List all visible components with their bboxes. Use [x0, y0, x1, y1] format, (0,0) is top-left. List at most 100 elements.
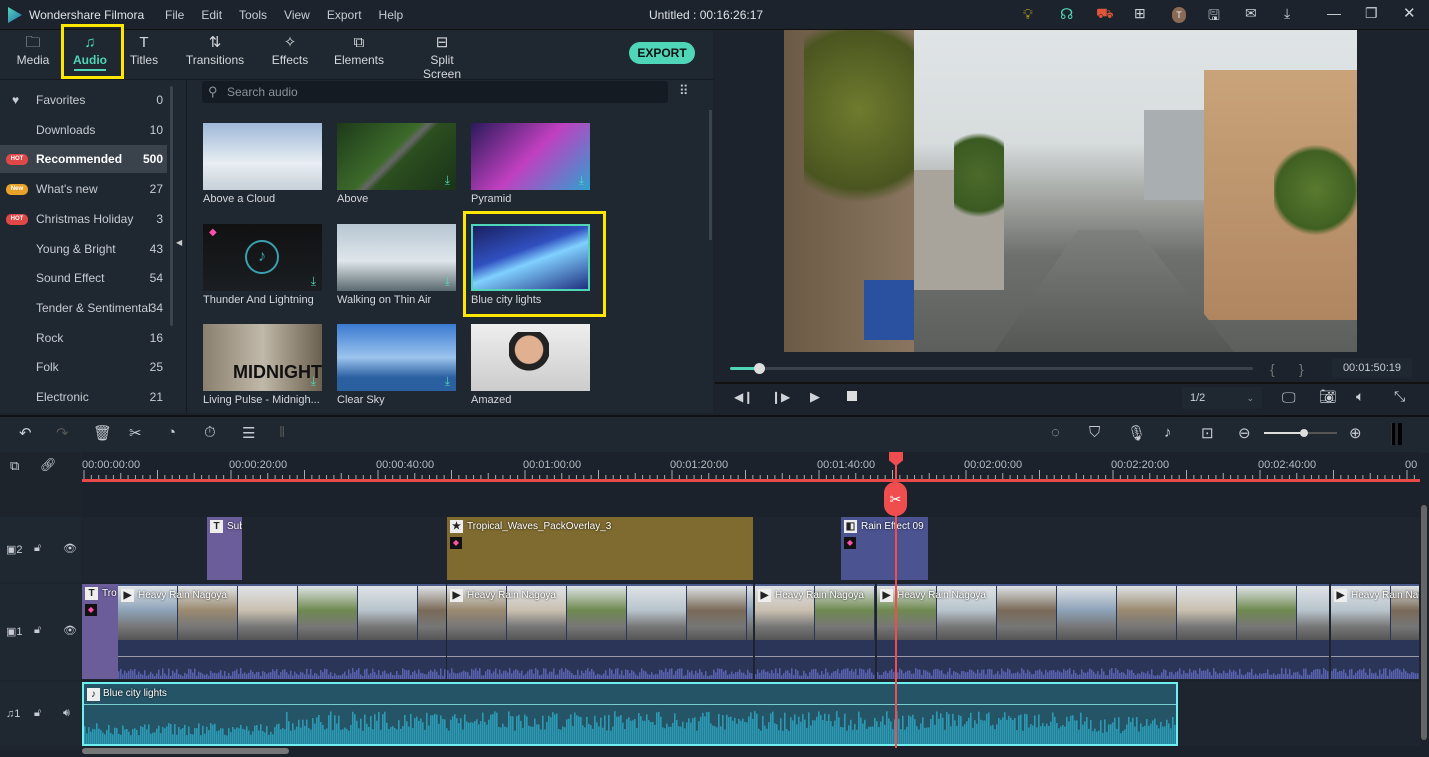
audio-thumbnail[interactable]: MIDNIGHT ⤓: [203, 324, 322, 391]
download-icon[interactable]: ⤓: [445, 374, 450, 389]
sidebar-item[interactable]: Sound Effect 54: [0, 264, 167, 292]
cart-icon[interactable]: ⛟: [1096, 5, 1114, 24]
quality-dropdown[interactable]: 1/2 ⌄: [1182, 387, 1262, 409]
tab-elements[interactable]: ⧉ Elements: [333, 30, 385, 78]
download-icon[interactable]: ⤓: [311, 274, 316, 289]
play-button[interactable]: ▶: [810, 389, 820, 405]
menu-export[interactable]: Export: [327, 8, 362, 22]
audio-thumbnail[interactable]: [203, 123, 322, 190]
bulb-icon[interactable]: 💡︎: [1023, 6, 1033, 23]
cut-icon[interactable]: ✂: [129, 424, 142, 442]
snapshot-icon[interactable]: 📷︎: [1319, 388, 1337, 405]
lock-icon[interactable]: 🔓︎: [34, 624, 41, 637]
sidebar-item[interactable]: New What's new 27: [0, 175, 167, 203]
headset-icon[interactable]: ☊: [1060, 5, 1073, 23]
audio-waveform-icon[interactable]: ‖: [279, 424, 285, 441]
title-clip[interactable]: T ◆ Tro: [82, 584, 118, 679]
menu-edit[interactable]: Edit: [201, 8, 222, 22]
minimize-icon[interactable]: —: [1327, 5, 1341, 21]
grid-view-icon[interactable]: ⠿: [679, 83, 689, 99]
display-settings-icon[interactable]: 🖵: [1282, 389, 1296, 406]
eye-icon[interactable]: 👁︎: [63, 624, 77, 637]
video-clip[interactable]: ▶ Heavy Rain Nagoya: [877, 584, 1329, 679]
fullscreen-icon[interactable]: ⤡: [1394, 388, 1405, 405]
microphone-icon[interactable]: 🎙︎: [1127, 424, 1146, 442]
sidebar-item[interactable]: ♥ Favorites 0: [0, 86, 167, 114]
link-icon[interactable]: 🔗︎: [40, 457, 57, 473]
timeline-horizontal-scrollbar[interactable]: [82, 748, 289, 754]
mail-icon[interactable]: ✉: [1245, 5, 1257, 22]
zoom-out-icon[interactable]: ⊖: [1238, 424, 1251, 442]
zoom-in-icon[interactable]: ⊕: [1349, 424, 1362, 442]
redo-icon[interactable]: ↷: [56, 424, 69, 442]
mark-out-button[interactable]: }: [1299, 361, 1304, 377]
tab-transitions[interactable]: ⇅ Transitions: [184, 30, 246, 78]
search-input[interactable]: Search audio: [202, 81, 668, 103]
sidebar-item[interactable]: HOT Recommended 500: [0, 145, 167, 173]
sidebar-item[interactable]: Folk 25: [0, 353, 167, 381]
render-preview-icon[interactable]: ◌: [1051, 424, 1060, 441]
split-scissors-button[interactable]: ✂: [884, 482, 907, 516]
sidebar-item[interactable]: Tender & Sentimental 34: [0, 294, 167, 322]
restore-icon[interactable]: ❐: [1365, 5, 1378, 22]
volume-icon[interactable]: 🔈︎: [1356, 388, 1364, 405]
overlay-clip[interactable]: ◧ ◆ Rain Effect 09: [841, 517, 928, 580]
menu-tools[interactable]: Tools: [239, 8, 267, 22]
sidebar-item[interactable]: Young & Bright 43: [0, 235, 167, 263]
timeline-vertical-scrollbar[interactable]: [1421, 505, 1427, 740]
download-icon[interactable]: ⤓: [311, 374, 316, 389]
video-clip[interactable]: ▶ Heavy Rain Nagoya: [447, 584, 753, 679]
avatar[interactable]: T: [1172, 7, 1186, 23]
library-scrollbar[interactable]: [709, 110, 712, 240]
stop-button[interactable]: [847, 391, 857, 401]
undo-icon[interactable]: ↶: [19, 424, 32, 442]
audio-thumbnail[interactable]: ♪ ◆ ⤓: [203, 224, 322, 291]
tab-media[interactable]: 🗀 Media: [10, 30, 56, 78]
menu-file[interactable]: File: [165, 8, 184, 22]
sidebar-item[interactable]: HOT Christmas Holiday 3: [0, 205, 167, 233]
previous-frame-button[interactable]: ◀❙: [734, 390, 753, 404]
audio-clip[interactable]: ♪ Blue city lights: [82, 682, 1178, 746]
audio-thumbnail[interactable]: ⤓: [337, 123, 456, 190]
lock-icon[interactable]: 🔓︎: [34, 542, 41, 555]
download-icon[interactable]: ⤓: [445, 274, 450, 289]
speed-icon[interactable]: ◔: [167, 424, 176, 441]
audio-thumbnail[interactable]: ⤓: [471, 123, 590, 190]
audio-thumbnail[interactable]: ⤓: [337, 224, 456, 291]
fit-timeline-icon[interactable]: ⊡: [1201, 424, 1214, 442]
title-clip[interactable]: TSub: [207, 517, 242, 580]
tab-titles[interactable]: T Titles: [124, 30, 164, 78]
marker-icon[interactable]: ⛉: [1089, 424, 1100, 441]
playback-scrubber[interactable]: [730, 367, 1253, 370]
download-icon[interactable]: ⤓: [579, 173, 584, 188]
download-icon[interactable]: ⤓: [445, 173, 450, 188]
close-icon[interactable]: ✕: [1403, 4, 1416, 22]
tab-effects[interactable]: ✧ Effects: [268, 30, 312, 78]
sidebar-item[interactable]: Downloads 10: [0, 116, 167, 144]
save-icon[interactable]: 🖫: [1208, 5, 1220, 29]
scrubber-handle[interactable]: [754, 363, 765, 374]
sidebar-item[interactable]: Rock 16: [0, 324, 167, 352]
menu-view[interactable]: View: [284, 8, 310, 22]
mark-in-button[interactable]: {: [1270, 361, 1275, 377]
video-clip[interactable]: ▶ Heavy Rain Nagoya: [118, 584, 446, 679]
tab-split-screen[interactable]: ⊟ Split Screen: [411, 30, 473, 78]
lock-icon[interactable]: 🔓︎: [34, 707, 41, 720]
delete-icon[interactable]: 🗑︎: [93, 424, 112, 442]
next-frame-button[interactable]: ❙▶: [771, 390, 790, 404]
audio-thumbnail[interactable]: ⤓: [337, 324, 456, 391]
gift-icon[interactable]: ⊞: [1134, 5, 1146, 22]
download-icon[interactable]: ⤓: [1284, 5, 1290, 22]
timeline-ruler[interactable]: 00:00:00:00 00:00:20:00 00:00:40:00 00:01:0…: [82, 452, 1420, 482]
speaker-icon[interactable]: 🔊︎: [63, 707, 70, 720]
voiceover-list-icon[interactable]: ♪: [1164, 424, 1172, 441]
sidebar-scrollbar[interactable]: [170, 86, 173, 326]
duration-icon[interactable]: ⏱︎: [204, 424, 216, 441]
sidebar-item[interactable]: Electronic 21: [0, 383, 167, 411]
element-clip[interactable]: ★ ◆ Tropical_Waves_PackOverlay_3: [447, 517, 753, 580]
audio-thumbnail[interactable]: [471, 324, 590, 391]
adjust-icon[interactable]: ☰: [242, 424, 255, 442]
collapse-sidebar-icon[interactable]: ◀: [176, 238, 182, 247]
export-button[interactable]: EXPORT: [629, 42, 695, 64]
add-track-icon[interactable]: ⧉: [10, 458, 19, 474]
